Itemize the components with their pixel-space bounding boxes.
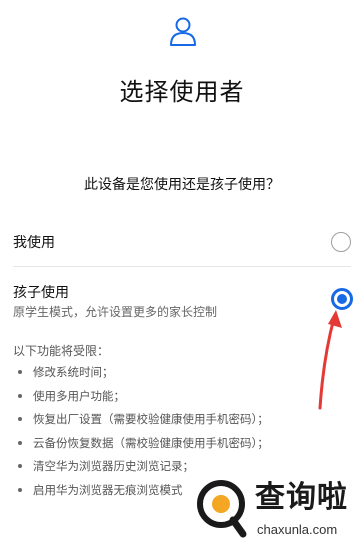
option-child-description: 原学生模式，允许设置更多的家长控制	[13, 305, 218, 319]
option-self-label: 我使用	[13, 235, 55, 251]
question-text: 此设备是您使用还是孩子使用？	[84, 177, 280, 193]
bullet	[18, 464, 22, 468]
annotation-arrow	[318, 310, 342, 410]
watermark-brand: 查询啦	[255, 480, 348, 515]
list-item: 恢复出厂设置（需要校验健康使用手机密码）；	[13, 411, 269, 435]
bullet	[18, 440, 22, 445]
option-self[interactable]: 我使用	[0, 222, 364, 262]
restriction-text: 云备份恢复数据（需校验健康使用手机密码）；	[33, 435, 269, 450]
restriction-text: 启用华为浏览器无痕浏览模式	[33, 482, 183, 497]
watermark-domain: chaxunla.com	[257, 522, 338, 537]
option-child-label: 孩子使用	[13, 285, 69, 301]
list-item: 使用多用户功能；	[13, 388, 269, 412]
option-self-radio[interactable]	[331, 232, 351, 252]
watermark: 查询啦 chaxunla.com	[183, 464, 364, 558]
restriction-text: 恢复出厂设置（需要校验健康使用手机密码）；	[33, 412, 269, 426]
magnifier-logo-icon	[197, 480, 247, 538]
list-item: 修改系统时间；	[13, 364, 269, 388]
bullet	[18, 417, 22, 421]
restriction-text: 使用多用户功能；	[33, 388, 125, 403]
bullet	[18, 393, 22, 398]
user-icon	[170, 17, 196, 46]
restriction-text: 清空华为浏览器历史浏览记录；	[33, 459, 194, 473]
page-title: 选择使用者	[119, 78, 245, 106]
option-child-radio[interactable]	[331, 288, 353, 310]
restriction-text: 修改系统时间；	[33, 365, 114, 379]
bullet	[18, 370, 22, 374]
divider	[13, 266, 351, 267]
bullet	[18, 487, 22, 492]
restrictions-heading: 以下功能将受限：	[13, 344, 110, 358]
list-item: 云备份恢复数据（需校验健康使用手机密码）；	[13, 435, 269, 459]
